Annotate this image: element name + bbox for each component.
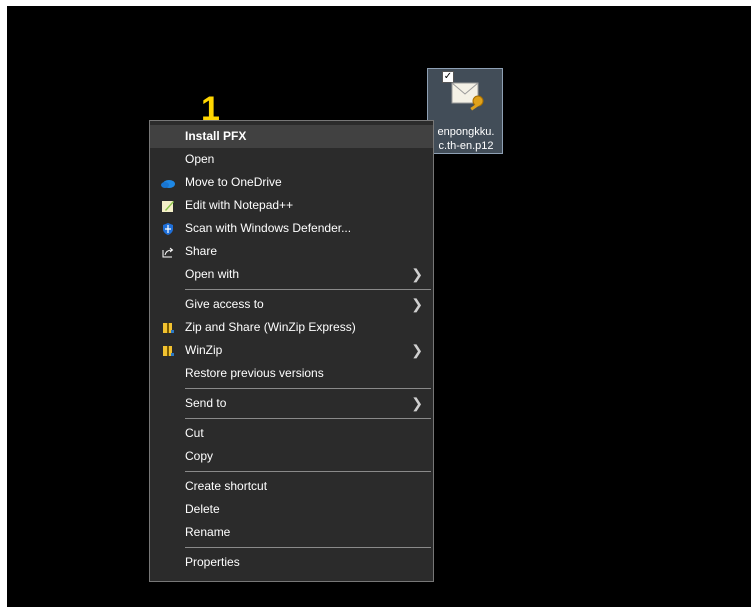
winzip-icon bbox=[160, 343, 176, 359]
chevron-right-icon: ❯ bbox=[411, 296, 423, 312]
menu-separator bbox=[185, 547, 431, 548]
menu-item-open-with[interactable]: Open with ❯ bbox=[150, 263, 433, 286]
menu-item-edit-with-notepadpp[interactable]: Edit with Notepad++ bbox=[150, 194, 433, 217]
menu-separator bbox=[185, 418, 431, 419]
onedrive-cloud-icon bbox=[160, 175, 176, 191]
menu-item-create-shortcut[interactable]: Create shortcut bbox=[150, 475, 433, 498]
certificate-key-icon bbox=[450, 75, 490, 120]
menu-item-restore-previous-versions[interactable]: Restore previous versions bbox=[150, 362, 433, 385]
menu-item-cut[interactable]: Cut bbox=[150, 422, 433, 445]
menu-item-rename[interactable]: Rename bbox=[150, 521, 433, 544]
context-menu: Install PFX Open Move to OneDrive Edit w… bbox=[149, 120, 434, 582]
menu-separator bbox=[185, 388, 431, 389]
menu-item-share[interactable]: Share bbox=[150, 240, 433, 263]
menu-item-properties[interactable]: Properties bbox=[150, 551, 433, 574]
menu-item-copy[interactable]: Copy bbox=[150, 445, 433, 468]
menu-separator bbox=[185, 289, 431, 290]
menu-item-send-to[interactable]: Send to ❯ bbox=[150, 392, 433, 415]
notepadpp-icon bbox=[160, 198, 176, 214]
menu-item-install-pfx[interactable]: Install PFX bbox=[150, 125, 433, 148]
menu-item-open[interactable]: Open bbox=[150, 148, 433, 171]
menu-separator bbox=[185, 471, 431, 472]
menu-item-give-access-to[interactable]: Give access to ❯ bbox=[150, 293, 433, 316]
menu-item-zip-and-share[interactable]: Zip and Share (WinZip Express) bbox=[150, 316, 433, 339]
chevron-right-icon: ❯ bbox=[411, 342, 423, 358]
certificate-file-icon[interactable]: ✓ enpongkku. c.th-en.p12 bbox=[427, 68, 503, 154]
menu-item-move-to-onedrive[interactable]: Move to OneDrive bbox=[150, 171, 433, 194]
share-icon bbox=[160, 244, 176, 260]
winzip-icon bbox=[160, 320, 176, 336]
menu-item-delete[interactable]: Delete bbox=[150, 498, 433, 521]
menu-item-scan-windows-defender[interactable]: Scan with Windows Defender... bbox=[150, 217, 433, 240]
file-name-label: enpongkku. c.th-en.p12 bbox=[437, 126, 495, 152]
chevron-right-icon: ❯ bbox=[411, 266, 423, 282]
menu-item-winzip[interactable]: WinZip ❯ bbox=[150, 339, 433, 362]
chevron-right-icon: ❯ bbox=[411, 395, 423, 411]
windows-defender-shield-icon bbox=[160, 221, 176, 237]
